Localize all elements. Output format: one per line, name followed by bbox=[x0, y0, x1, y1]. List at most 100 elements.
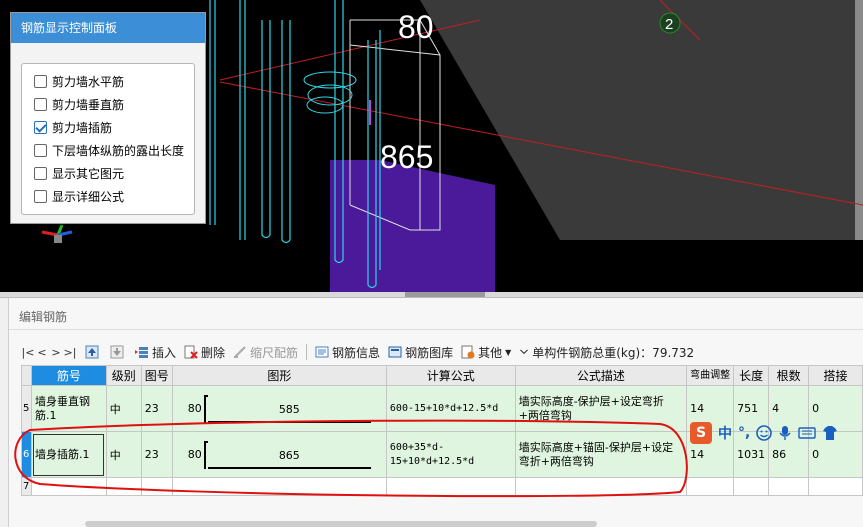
empty-cell[interactable] bbox=[808, 477, 863, 496]
empty-cell[interactable] bbox=[105, 477, 142, 496]
horizontal-scrollbar[interactable] bbox=[85, 521, 597, 527]
nav-first-button[interactable]: |< bbox=[21, 346, 35, 359]
cell-formula-desc[interactable]: 墙实际高度-保护层+设定弯折+两倍弯钩 bbox=[514, 385, 688, 432]
option-label: 显示其它图元 bbox=[52, 167, 125, 181]
option-shear-wall-dowel[interactable]: 剪力墙插筋 bbox=[22, 116, 194, 139]
insert-label: 插入 bbox=[152, 345, 177, 360]
dim-label-80: 80 bbox=[398, 9, 434, 45]
sogou-logo[interactable]: S bbox=[690, 422, 712, 444]
header-formula-desc[interactable]: 公式描述 bbox=[514, 365, 688, 386]
cell-bar-name[interactable]: 墙身垂直钢筋.1 bbox=[30, 385, 107, 432]
checkbox[interactable] bbox=[34, 167, 47, 180]
arrow-down-icon bbox=[110, 345, 124, 359]
nav-next-button[interactable]: > bbox=[49, 346, 63, 359]
option-label: 剪力墙垂直筋 bbox=[52, 98, 125, 112]
delete-icon bbox=[184, 345, 198, 359]
rebar-info-button[interactable]: 钢筋信息 bbox=[315, 344, 380, 361]
empty-cell[interactable] bbox=[171, 477, 387, 496]
cell-formula[interactable]: 600-15+10*d+12.5*d bbox=[385, 385, 516, 432]
cell-bar-name[interactable]: 墙身插筋.1 bbox=[30, 431, 107, 478]
insert-button[interactable]: 插入 bbox=[135, 344, 176, 361]
ime-punct-toggle[interactable]: °, bbox=[738, 425, 750, 441]
empty-cell[interactable] bbox=[733, 477, 770, 496]
rebar-info-icon bbox=[315, 346, 329, 358]
axis-gizmo bbox=[41, 224, 73, 243]
option-label: 剪力墙插筋 bbox=[52, 121, 113, 135]
rebar-library-label: 钢筋图库 bbox=[405, 345, 454, 360]
row-number[interactable]: 6 bbox=[21, 431, 32, 478]
empty-cell[interactable] bbox=[768, 477, 810, 496]
cell-grade[interactable]: 中 bbox=[105, 431, 142, 478]
rebar-info-label: 钢筋信息 bbox=[332, 345, 381, 360]
total-weight: 单构件钢筋总重(kg)：79.732 bbox=[519, 344, 694, 361]
shirt-icon[interactable] bbox=[822, 425, 838, 441]
move-up-button[interactable] bbox=[85, 345, 102, 359]
insert-icon bbox=[135, 347, 148, 358]
keyboard-icon[interactable] bbox=[798, 426, 817, 440]
checkbox[interactable] bbox=[34, 98, 47, 111]
cell-figure-no[interactable]: 23 bbox=[140, 385, 173, 432]
header-figure[interactable]: 图形 bbox=[171, 365, 387, 386]
figure-hook-length: 80 bbox=[187, 448, 202, 461]
header-length[interactable]: 长度 bbox=[733, 365, 770, 386]
option-show-detailed-formula[interactable]: 显示详细公式 bbox=[22, 185, 194, 208]
move-down-button[interactable] bbox=[110, 345, 127, 359]
delete-button[interactable]: 删除 bbox=[184, 344, 225, 361]
checkbox[interactable] bbox=[34, 144, 47, 157]
row-number[interactable]: 5 bbox=[21, 385, 32, 432]
header-bar-no[interactable]: 筋号 bbox=[30, 365, 107, 386]
empty-cell[interactable] bbox=[140, 477, 173, 496]
table-header-row: 筋号 级别 图号 图形 计算公式 公式描述 弯曲调整 长度 根数 搭接 bbox=[21, 365, 863, 386]
cell-figure[interactable]: 80 585 bbox=[171, 385, 387, 432]
empty-cell[interactable] bbox=[30, 477, 107, 496]
scale-rebar-label: 缩尺配筋 bbox=[250, 345, 299, 360]
option-label: 剪力墙水平筋 bbox=[52, 75, 125, 89]
checkbox-checked[interactable] bbox=[34, 121, 47, 134]
empty-cell[interactable] bbox=[514, 477, 688, 496]
header-formula[interactable]: 计算公式 bbox=[385, 365, 516, 386]
checkbox[interactable] bbox=[34, 75, 47, 88]
option-label: 显示详细公式 bbox=[52, 190, 125, 204]
header-grade[interactable]: 级别 bbox=[105, 365, 142, 386]
microphone-icon[interactable] bbox=[778, 425, 792, 441]
other-label: 其他 bbox=[478, 345, 503, 360]
header-count[interactable]: 根数 bbox=[768, 365, 810, 386]
splitter-grip[interactable] bbox=[405, 292, 485, 297]
figure-bar-shape: 585 bbox=[207, 395, 371, 423]
option-label: 下层墙体纵筋的露出长度 bbox=[52, 144, 185, 158]
scale-icon bbox=[234, 346, 246, 358]
option-shear-wall-horizontal[interactable]: 剪力墙水平筋 bbox=[22, 70, 194, 93]
purple-block-shape bbox=[330, 160, 495, 292]
row-number[interactable]: 7 bbox=[21, 477, 32, 496]
cell-figure-no[interactable]: 23 bbox=[140, 431, 173, 478]
checkbox[interactable] bbox=[34, 190, 47, 203]
cell-grade[interactable]: 中 bbox=[105, 385, 142, 432]
toolbar: |< < > >| 插入 删除 缩尺配筋 钢筋信息 钢筋图库 其他 ▼ 单构件钢… bbox=[21, 341, 863, 363]
rebar-display-control-panel: 钢筋显示控制面板 剪力墙水平筋 剪力墙垂直筋 剪力墙插筋 下层墙体纵筋的露出长度 bbox=[10, 12, 206, 224]
nav-prev-button[interactable]: < bbox=[35, 346, 49, 359]
table-row-empty[interactable]: 7 bbox=[21, 477, 863, 496]
control-panel-title[interactable]: 钢筋显示控制面板 bbox=[11, 13, 205, 43]
cell-formula[interactable]: 600+35*d-15+10*d+12.5*d bbox=[385, 431, 516, 478]
option-lower-wall-exposed-length[interactable]: 下层墙体纵筋的露出长度 bbox=[22, 139, 194, 162]
other-menu-button[interactable]: 其他 ▼ bbox=[461, 344, 511, 361]
header-lap[interactable]: 搭接 bbox=[808, 365, 863, 386]
header-figure-no[interactable]: 图号 bbox=[140, 365, 173, 386]
empty-cell[interactable] bbox=[686, 477, 735, 496]
ime-lang-toggle[interactable]: 中 bbox=[718, 423, 732, 443]
other-icon bbox=[461, 345, 475, 359]
option-show-other-elements[interactable]: 显示其它图元 bbox=[22, 162, 194, 185]
option-shear-wall-vertical[interactable]: 剪力墙垂直筋 bbox=[22, 93, 194, 116]
emoji-icon[interactable] bbox=[756, 425, 773, 441]
edit-rebar-panel: 编辑钢筋 |< < > >| 插入 删除 缩尺配筋 钢筋信息 钢筋图库 其他 ▼… bbox=[8, 298, 863, 527]
cell-formula-desc[interactable]: 墙实际高度+锚固-保护层+设定弯折+两倍弯钩 bbox=[514, 431, 688, 478]
chevron-down-icon: ▼ bbox=[505, 347, 512, 357]
3d-viewport[interactable]: 80 865 2 钢筋显示控制面板 剪力墙水平筋 剪力墙垂直筋 剪力墙插筋 下层… bbox=[0, 0, 863, 292]
toolbar-separator bbox=[306, 344, 308, 360]
rebar-library-button[interactable]: 钢筋图库 bbox=[388, 344, 453, 361]
cell-figure[interactable]: 80 865 bbox=[171, 431, 387, 478]
header-bend-adjust[interactable]: 弯曲调整 bbox=[686, 365, 735, 386]
nav-last-button[interactable]: >| bbox=[63, 346, 77, 359]
scale-rebar-button[interactable]: 缩尺配筋 bbox=[233, 344, 298, 361]
empty-cell[interactable] bbox=[385, 477, 516, 496]
